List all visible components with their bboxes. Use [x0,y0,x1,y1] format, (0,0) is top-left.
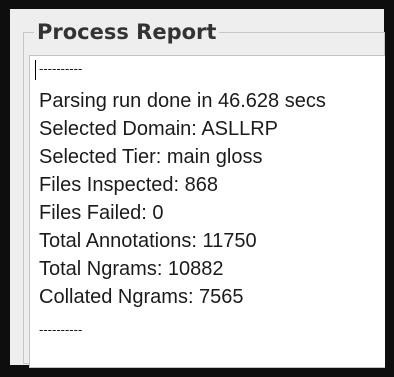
report-line-files-failed: Files Failed: 0 [39,202,164,224]
report-line-parsing: Parsing run done in 46.628 secs [39,90,326,112]
report-text-area[interactable]: ---------- Parsing run done in 46.628 se… [29,55,385,368]
report-line-total-ngrams: Total Ngrams: 10882 [39,258,224,280]
report-line-collated-ngrams: Collated Ngrams: 7565 [39,286,244,308]
panel-title: Process Report [34,19,220,46]
separator-bottom: ---------- [39,322,83,337]
report-line-total-annotations: Total Annotations: 11750 [39,230,257,252]
text-cursor [35,60,36,80]
report-line-domain: Selected Domain: ASLLRP [39,118,279,140]
process-report-panel: Process Report ---------- Parsing run do… [10,9,385,368]
report-line-tier: Selected Tier: main gloss [39,146,263,168]
separator-top: ---------- [39,61,83,76]
report-line-files-inspected: Files Inspected: 868 [39,174,218,196]
report-lines: ---------- Parsing run done in 46.628 se… [39,56,385,367]
